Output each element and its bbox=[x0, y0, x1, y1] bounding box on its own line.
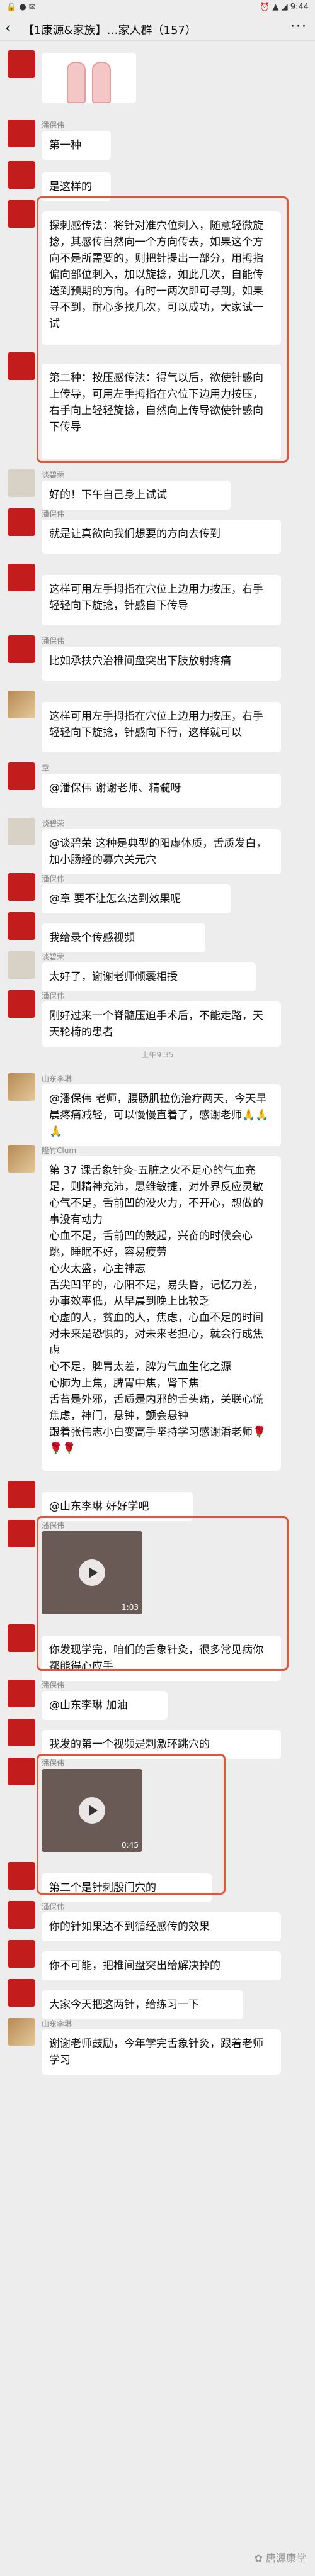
message-bubble[interactable]: 就是让真欲向我们想要的方向去传到 bbox=[42, 520, 281, 554]
message-bubble[interactable]: 太好了，谢谢老师倾囊相授 bbox=[42, 962, 256, 991]
message-bubble[interactable]: 刚好过来一个脊髓压迫手术后，不能走路，天天轮椅的患者 bbox=[42, 1001, 281, 1047]
avatar[interactable] bbox=[8, 1901, 35, 1929]
sender-name: 潘保伟 bbox=[42, 637, 65, 645]
message-bubble[interactable]: 谢谢老师鼓励，今年学完舌象针灸，跟着老师学习 bbox=[42, 2029, 281, 2075]
avatar[interactable] bbox=[8, 200, 35, 228]
sender-name: 潘保伟 bbox=[42, 1902, 65, 1911]
message-bubble[interactable]: 你的针如果达不到循经感传的效果 bbox=[42, 1912, 281, 1941]
sender-name: 潘保伟 bbox=[42, 991, 65, 1000]
avatar[interactable] bbox=[8, 635, 35, 663]
message-bubble[interactable]: 这样可用左手拇指在穴位上边用力按压，右手轻轻向下旋捻，针感向下行，这样就可以 bbox=[42, 702, 281, 752]
sender-name: 谈碧荣 bbox=[42, 952, 65, 961]
avatar[interactable] bbox=[8, 1862, 35, 1890]
message-bubble[interactable]: 你不可能，把椎间盘突出给解决掉的 bbox=[42, 1951, 281, 1980]
message-bubble[interactable]: @潘保伟 谢谢老师、精髓呀 bbox=[42, 774, 281, 808]
highlight-box bbox=[37, 1516, 289, 1671]
avatar[interactable] bbox=[8, 951, 35, 979]
sender-name: 山东李琳 bbox=[42, 1074, 72, 1083]
avatar[interactable] bbox=[8, 1624, 35, 1652]
highlight-box bbox=[37, 1754, 226, 1895]
message-bubble[interactable]: @谈碧荣 这种是典型的阳虚体质，舌质发白，加小肠经的募穴关元穴 bbox=[42, 829, 281, 874]
avatar[interactable] bbox=[8, 161, 35, 189]
chat-title: 【1康源&家族】…家人群（157） bbox=[23, 24, 197, 37]
avatar[interactable] bbox=[8, 2018, 35, 2046]
sender-name: 潘保伟 bbox=[42, 121, 65, 130]
message-bubble[interactable]: 这样可用左手拇指在穴位上边用力按压，右手轻轻向下旋捻，针感自下传导 bbox=[42, 575, 281, 625]
sender-name: 谈碧荣 bbox=[42, 819, 65, 828]
sender-name: 潘保伟 bbox=[42, 874, 65, 883]
avatar[interactable] bbox=[8, 1979, 35, 2007]
sender-name: 谈碧荣 bbox=[42, 471, 65, 479]
sender-name: 潘保伟 bbox=[42, 1681, 65, 1690]
avatar[interactable] bbox=[8, 1680, 35, 1707]
status-icons-left: 🔒 ● ✉ bbox=[6, 3, 36, 12]
avatar[interactable] bbox=[8, 1073, 35, 1101]
highlight-box bbox=[37, 196, 289, 463]
avatar[interactable] bbox=[8, 762, 35, 790]
avatar[interactable] bbox=[8, 912, 35, 940]
message-bubble[interactable]: @章 要不让怎么达到效果呢 bbox=[42, 884, 231, 913]
message-bubble[interactable]: 第 37 课舌象针灸-五脏之火不足心的气血充足，则精神充沛，思维敏捷，对外界反应… bbox=[42, 1156, 281, 1471]
sender-name: 山东李琳 bbox=[42, 2019, 72, 2028]
avatar[interactable] bbox=[8, 1758, 35, 1785]
sender-name: 潘保伟 bbox=[42, 510, 65, 518]
avatar[interactable] bbox=[8, 50, 35, 78]
avatar[interactable] bbox=[8, 873, 35, 901]
avatar[interactable] bbox=[8, 990, 35, 1018]
avatar[interactable] bbox=[8, 1520, 35, 1547]
avatar[interactable] bbox=[8, 1145, 35, 1173]
timestamp: 上午9:35 bbox=[141, 1051, 174, 1059]
status-bar: 🔒 ● ✉ ⏰ ▲ ◢ 9:44 bbox=[0, 0, 315, 15]
message-bubble[interactable]: 比如承扶穴治椎间盘突出下肢放射疼痛 bbox=[42, 647, 281, 681]
message-bubble[interactable]: 我给录个传感视频 bbox=[42, 923, 205, 952]
message-bubble[interactable]: 大家今天把这两针，给练习一下 bbox=[42, 1990, 243, 2019]
avatar[interactable] bbox=[8, 1481, 35, 1508]
more-options-icon[interactable]: ··· bbox=[290, 19, 307, 35]
sender-name: 隆竹Clum bbox=[42, 1146, 77, 1155]
bunny-sticker[interactable] bbox=[42, 53, 136, 103]
message-bubble[interactable]: @山东李琳 加油 bbox=[42, 1691, 168, 1720]
avatar[interactable] bbox=[8, 1940, 35, 1968]
watermark: ✿ 唐源康堂 bbox=[254, 2552, 307, 2564]
sender-name: 章 bbox=[42, 764, 50, 772]
bunny-ear-icon bbox=[92, 62, 111, 103]
status-icons-right: ⏰ ▲ ◢ 9:44 bbox=[260, 3, 309, 12]
avatar[interactable] bbox=[8, 508, 35, 536]
avatar[interactable] bbox=[8, 691, 35, 718]
back-arrow-icon[interactable]: ‹ bbox=[5, 19, 11, 36]
avatar[interactable] bbox=[8, 120, 35, 147]
chat-header: ‹ 【1康源&家族】…家人群（157） ··· bbox=[0, 15, 315, 41]
message-bubble[interactable]: 好的！下午自己身上试试 bbox=[42, 481, 231, 510]
avatar[interactable] bbox=[8, 469, 35, 497]
message-bubble[interactable]: @潘保伟 老师，腰肠肌拉伤治疗两天，今天早晨疼痛减轻，可以慢慢直着了，感谢老师🙏… bbox=[42, 1084, 281, 1146]
bunny-ear-icon bbox=[67, 62, 86, 103]
avatar[interactable] bbox=[8, 818, 35, 845]
avatar[interactable] bbox=[8, 352, 35, 380]
message-bubble[interactable]: 第一种 bbox=[42, 131, 111, 160]
avatar[interactable] bbox=[8, 1719, 35, 1746]
avatar[interactable] bbox=[8, 564, 35, 591]
